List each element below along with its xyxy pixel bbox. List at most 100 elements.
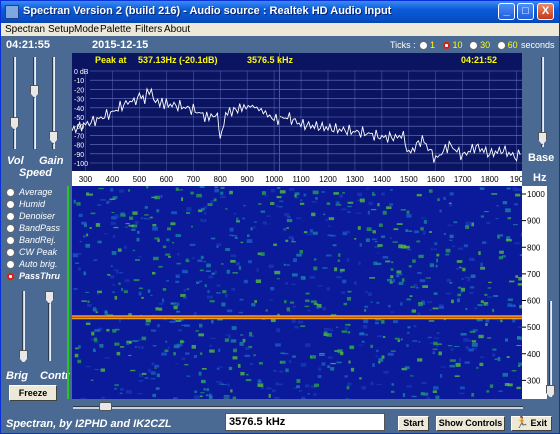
base-label: Base: [528, 152, 555, 164]
ticks-radio-60[interactable]: [496, 41, 506, 51]
start-button[interactable]: Start: [398, 416, 429, 431]
waterfall-pixel: [154, 367, 157, 369]
waterfall-pixel: [295, 217, 302, 219]
waterfall-pixel: [381, 355, 385, 359]
waterfall-pixel: [156, 373, 160, 375]
waterfall-pixel: [227, 383, 230, 387]
waterfall-pixel: [161, 352, 167, 356]
waterfall-pixel: [93, 347, 96, 350]
waterfall-pixel: [203, 212, 207, 215]
mode-humid[interactable]: Humid: [6, 198, 45, 209]
maximize-button[interactable]: □: [517, 3, 534, 20]
speed-slider-track[interactable]: [33, 57, 36, 149]
ticks-radio-10[interactable]: [441, 41, 451, 51]
tuning-slider-track[interactable]: [73, 406, 523, 409]
waterfall-pixel: [369, 277, 376, 279]
waterfall-pixel: [365, 238, 370, 242]
title-bar[interactable]: Spectran Version 2 (build 216) - Audio s…: [1, 1, 559, 23]
ticks-radio-1[interactable]: [419, 41, 428, 51]
waterfall-vslider-track[interactable]: [549, 301, 552, 397]
waterfall-pixel: [113, 226, 119, 229]
waterfall-pixel: [516, 386, 521, 390]
waterfall-pixel: [95, 311, 98, 314]
close-button[interactable]: X: [537, 3, 554, 20]
menu-mode[interactable]: Mode: [74, 23, 99, 36]
waterfall-pixel: [300, 199, 303, 202]
waterfall-pixel: [232, 396, 237, 401]
frequency-input[interactable]: 3576.5 kHz: [225, 413, 385, 431]
waterfall-pixel: [358, 261, 361, 265]
waterfall-display[interactable]: [72, 186, 526, 402]
waterfall-pixel: [416, 240, 421, 243]
waterfall-pixel: [175, 187, 179, 191]
waterfall-pixel: [498, 390, 503, 392]
gain-label: Gain: [39, 155, 64, 167]
mode-cwpeak[interactable]: CW Peak: [6, 246, 57, 257]
waterfall-pixel: [449, 282, 453, 284]
mode-passthru-radio[interactable]: [6, 271, 15, 281]
mode-bandrej[interactable]: BandRej.: [6, 234, 56, 245]
tuning-slider-thumb[interactable]: [99, 402, 112, 411]
waterfall-pixel: [504, 338, 509, 342]
mode-bandrej-radio[interactable]: [6, 235, 15, 245]
mode-autobrig-radio[interactable]: [6, 259, 15, 269]
waterfall-pixel: [445, 248, 451, 253]
freeze-button[interactable]: Freeze: [9, 385, 57, 401]
vol-slider-track[interactable]: [13, 57, 16, 149]
mode-autobrig[interactable]: Auto brig.: [6, 258, 58, 269]
waterfall-pixel: [177, 253, 180, 256]
waterfall-pixel: [138, 339, 141, 341]
waterfall-pixel: [342, 191, 345, 194]
waterfall-pixel: [216, 366, 223, 368]
exit-button[interactable]: 🏃 Exit: [511, 416, 552, 431]
waterfall-pixel: [213, 198, 217, 202]
waterfall-pixel: [110, 265, 113, 267]
ticks-radio-30[interactable]: [469, 41, 479, 51]
waterfall-pixel: [443, 196, 446, 201]
waterfall-pixel: [276, 328, 281, 333]
minimize-button[interactable]: _: [498, 3, 515, 20]
waterfall-pixel: [133, 279, 140, 282]
waterfall-pixel: [390, 350, 396, 352]
waterfall-pixel: [414, 230, 419, 234]
waterfall-pixel: [185, 258, 189, 261]
db-tick-label: -30: [74, 97, 84, 104]
menu-spectran[interactable]: Spectran: [5, 23, 45, 36]
waterfall-pixel: [216, 243, 222, 247]
mode-humid-radio[interactable]: [6, 199, 15, 209]
waterfall-pixel: [283, 228, 287, 231]
waterfall-pixel: [366, 187, 370, 190]
waterfall-pixel: [487, 287, 492, 289]
mode-average-radio[interactable]: [6, 187, 15, 197]
waterfall-pixel: [456, 267, 459, 271]
waterfall-pixel: [327, 365, 330, 369]
mode-bandpass-radio[interactable]: [6, 223, 15, 233]
waterfall-pixel: [350, 367, 355, 372]
show-controls-button[interactable]: Show Controls: [436, 416, 505, 431]
mode-denoiser[interactable]: Denoiser: [6, 210, 55, 221]
waterfall-pixel: [257, 379, 261, 381]
waterfall-pixel: [126, 342, 129, 346]
waterfall-pixel: [185, 352, 190, 355]
waterfall-pixel: [362, 324, 368, 329]
waterfall-pixel: [274, 396, 280, 401]
spectrum-graph[interactable]: 0 dB -10 -20 -30 -40 -50 -60 -70 -80 -90 -100: [71, 53, 522, 171]
menu-filters[interactable]: Filters: [135, 23, 162, 36]
mode-cwpeak-radio[interactable]: [6, 247, 15, 257]
waterfall-pixel: [488, 281, 492, 284]
waterfall-pixel: [465, 221, 471, 226]
waterfall-pixel: [408, 230, 413, 232]
waterfall-pixel: [329, 328, 333, 332]
mode-bandpass[interactable]: BandPass: [6, 222, 60, 233]
mode-passthru[interactable]: PassThru: [6, 270, 60, 281]
waterfall-pixel: [338, 253, 341, 257]
waterfall-pixel: [343, 302, 348, 306]
menu-about[interactable]: About: [164, 23, 190, 36]
waterfall-pixel: [152, 226, 158, 231]
waterfall-pixel: [468, 348, 474, 352]
mode-average[interactable]: Average: [6, 186, 52, 197]
menu-palette[interactable]: Palette: [100, 23, 131, 36]
mode-denoiser-radio[interactable]: [6, 211, 15, 221]
menu-setup[interactable]: Setup: [48, 23, 74, 36]
waterfall-pixel: [449, 239, 453, 242]
